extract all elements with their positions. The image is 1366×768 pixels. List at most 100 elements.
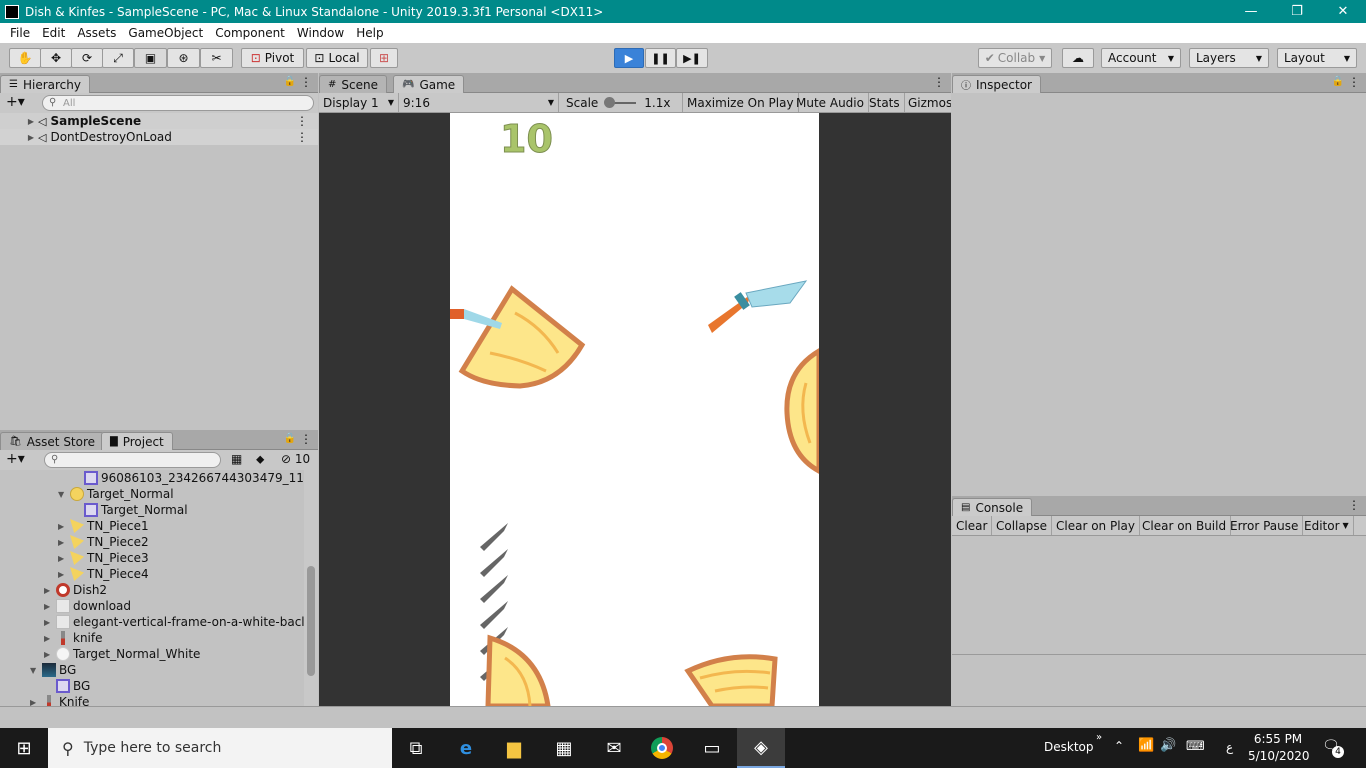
project-tree-item[interactable]: ▶ TN_Piece1 bbox=[58, 518, 149, 534]
keyboard-icon[interactable]: ⌨ bbox=[1186, 739, 1205, 754]
lock-icon[interactable]: 🔒 bbox=[284, 433, 296, 444]
task-view-button[interactable]: ⧉ bbox=[392, 728, 440, 768]
scale-slider[interactable]: Scale 1.1x bbox=[559, 93, 683, 112]
transform-tool-button[interactable]: ⊛ bbox=[167, 48, 200, 68]
tab-scene[interactable]: # Scene bbox=[319, 75, 387, 93]
project-tree-item[interactable]: ▶ Knife bbox=[30, 694, 89, 706]
layers-dropdown[interactable]: Layers ▼ bbox=[1189, 48, 1269, 68]
chevron-down-icon[interactable]: ▼ bbox=[30, 666, 42, 675]
kebab-menu-icon[interactable]: ⋮ bbox=[300, 75, 312, 89]
kebab-menu-icon[interactable]: ⋮ bbox=[296, 130, 308, 144]
chevron-right-icon[interactable]: ▶ bbox=[58, 570, 70, 579]
tab-console[interactable]: ▤ Console bbox=[952, 498, 1033, 516]
create-plus-icon[interactable]: +▾ bbox=[6, 94, 25, 110]
snap-toggle[interactable]: ⊞ bbox=[370, 48, 398, 68]
store-button[interactable]: ▦ bbox=[540, 728, 588, 768]
rect-tool-button[interactable]: ▣ bbox=[134, 48, 167, 68]
project-tree-item[interactable]: ▶ Dish2 bbox=[44, 582, 107, 598]
project-tree-item[interactable]: ▶ knife bbox=[44, 630, 103, 646]
layout-dropdown[interactable]: Layout ▼ bbox=[1277, 48, 1357, 68]
chevron-up-icon[interactable]: ⌃ bbox=[1114, 739, 1124, 753]
project-tree-item[interactable]: 96086103_234266744303479_116 bbox=[72, 470, 304, 486]
scale-tool-button[interactable]: ⤢ bbox=[102, 48, 134, 68]
edge-button[interactable]: e bbox=[442, 728, 490, 768]
chevron-right-icon[interactable]: ▶ bbox=[44, 586, 56, 595]
minimize-button[interactable]: — bbox=[1228, 0, 1274, 23]
scene-row[interactable]: ▶ ◁ SampleScene ⋮ bbox=[0, 113, 318, 129]
mute-audio-toggle[interactable]: Mute Audio bbox=[792, 93, 869, 112]
aspect-dropdown[interactable]: 9:16 ▼ bbox=[399, 93, 559, 112]
kebab-menu-icon[interactable]: ⋮ bbox=[1348, 498, 1360, 512]
start-button[interactable]: ⊞ bbox=[0, 728, 48, 768]
tab-hierarchy[interactable]: ☰ Hierarchy bbox=[0, 75, 90, 93]
gizmos-dropdown[interactable]: Gizmos bbox=[904, 93, 951, 112]
dontdestroy-row[interactable]: ▶ ◁ DontDestroyOnLoad ⋮ bbox=[0, 129, 318, 145]
tab-inspector[interactable]: ⓘ Inspector bbox=[952, 75, 1041, 93]
chevron-right-icon[interactable]: ▶ bbox=[0, 133, 34, 142]
hand-tool-button[interactable]: ✋ bbox=[9, 48, 41, 68]
chevron-right-icon[interactable]: ▶ bbox=[30, 698, 42, 707]
clear-on-play-button[interactable]: Clear on Play bbox=[1052, 516, 1140, 535]
collapse-button[interactable]: Collapse bbox=[992, 516, 1052, 535]
project-search-input[interactable]: ⚲ bbox=[44, 452, 221, 468]
project-tree-item[interactable]: ▶ TN_Piece3 bbox=[58, 550, 149, 566]
wifi-icon[interactable]: 📶 bbox=[1138, 738, 1154, 753]
editor-dropdown[interactable]: Editor ▼ bbox=[1300, 516, 1354, 535]
tab-asset-store[interactable]: 🛍 Asset Store bbox=[0, 432, 105, 450]
chevron-right-icon[interactable]: ▶ bbox=[44, 602, 56, 611]
chevron-right-icon[interactable]: ▶ bbox=[58, 522, 70, 531]
hierarchy-search-input[interactable]: ⚲ All bbox=[42, 95, 314, 111]
tag-icon[interactable]: ⬥ bbox=[256, 452, 264, 467]
tab-game[interactable]: 🎮 Game bbox=[393, 75, 465, 93]
menu-edit[interactable]: Edit bbox=[36, 26, 71, 40]
cloud-button[interactable]: ☁ bbox=[1062, 48, 1094, 68]
scale-track[interactable] bbox=[604, 96, 637, 108]
kebab-menu-icon[interactable]: ⋮ bbox=[296, 114, 308, 128]
lock-icon[interactable]: 🔒 bbox=[284, 76, 296, 87]
project-scrollbar[interactable] bbox=[304, 470, 318, 706]
project-tree-item[interactable]: ▶ Target_Normal_White bbox=[44, 646, 200, 662]
local-toggle[interactable]: ⊡ Local bbox=[306, 48, 368, 68]
move-tool-button[interactable]: ✥ bbox=[40, 48, 72, 68]
clear-on-build-button[interactable]: Clear on Build bbox=[1138, 516, 1232, 535]
account-dropdown[interactable]: Account ▼ bbox=[1101, 48, 1181, 68]
play-button[interactable]: ▶ bbox=[614, 48, 644, 68]
menu-file[interactable]: File bbox=[4, 26, 36, 40]
game-viewport[interactable]: 10 bbox=[450, 113, 819, 706]
custom-tool-button[interactable]: ✂ bbox=[200, 48, 233, 68]
volume-icon[interactable]: 🔊 bbox=[1160, 738, 1176, 753]
restore-button[interactable]: ❐ bbox=[1274, 0, 1320, 23]
input-language-indicator[interactable]: ع bbox=[1226, 740, 1233, 754]
chevron-right-icon[interactable]: ▶ bbox=[58, 538, 70, 547]
desktop-toolbar-label[interactable]: Desktop bbox=[1044, 740, 1094, 754]
chevron-right-icon[interactable]: ▶ bbox=[44, 618, 56, 627]
display-dropdown[interactable]: Display 1 ▼ bbox=[319, 93, 399, 112]
scrollbar-thumb[interactable] bbox=[307, 566, 315, 676]
lock-icon[interactable]: 🔒 bbox=[1332, 76, 1344, 87]
rotate-tool-button[interactable]: ⟳ bbox=[71, 48, 103, 68]
hidden-count[interactable]: ⊘ 10 bbox=[281, 452, 310, 466]
create-plus-icon[interactable]: +▾ bbox=[6, 451, 25, 467]
chevron-right-icon[interactable]: ▶ bbox=[44, 650, 56, 659]
scale-thumb[interactable] bbox=[604, 96, 616, 108]
chevron-down-icon[interactable]: ▼ bbox=[58, 490, 70, 499]
chevron-right-icon[interactable]: ▶ bbox=[44, 634, 56, 643]
pause-button[interactable]: ❚❚ bbox=[645, 48, 676, 68]
error-pause-button[interactable]: Error Pause bbox=[1226, 516, 1304, 535]
step-button[interactable]: ▶❚ bbox=[676, 48, 708, 68]
menu-gameobject[interactable]: GameObject bbox=[122, 26, 209, 40]
stats-toggle[interactable]: Stats bbox=[865, 93, 905, 112]
menu-assets[interactable]: Assets bbox=[71, 26, 122, 40]
clear-button[interactable]: Clear bbox=[952, 516, 993, 535]
project-tree-item[interactable]: ▶ TN_Piece4 bbox=[58, 566, 149, 582]
project-tree-item[interactable]: Target_Normal bbox=[72, 502, 188, 518]
project-tree-item[interactable]: ▶ TN_Piece2 bbox=[58, 534, 149, 550]
project-tree-item[interactable]: ▶ elegant-vertical-frame-on-a-white-bacl bbox=[44, 614, 304, 630]
unity-taskbar-button[interactable]: ◈ bbox=[737, 728, 785, 768]
taskbar-search-box[interactable]: ⚲ Type here to search bbox=[48, 728, 392, 768]
notification-center-button[interactable]: 🗨 4 bbox=[1322, 738, 1344, 758]
menu-window[interactable]: Window bbox=[291, 26, 350, 40]
project-tree-item[interactable]: BG bbox=[44, 678, 90, 694]
kebab-menu-icon[interactable]: ⋮ bbox=[300, 432, 312, 446]
tab-project[interactable]: ▇ Project bbox=[101, 432, 173, 450]
